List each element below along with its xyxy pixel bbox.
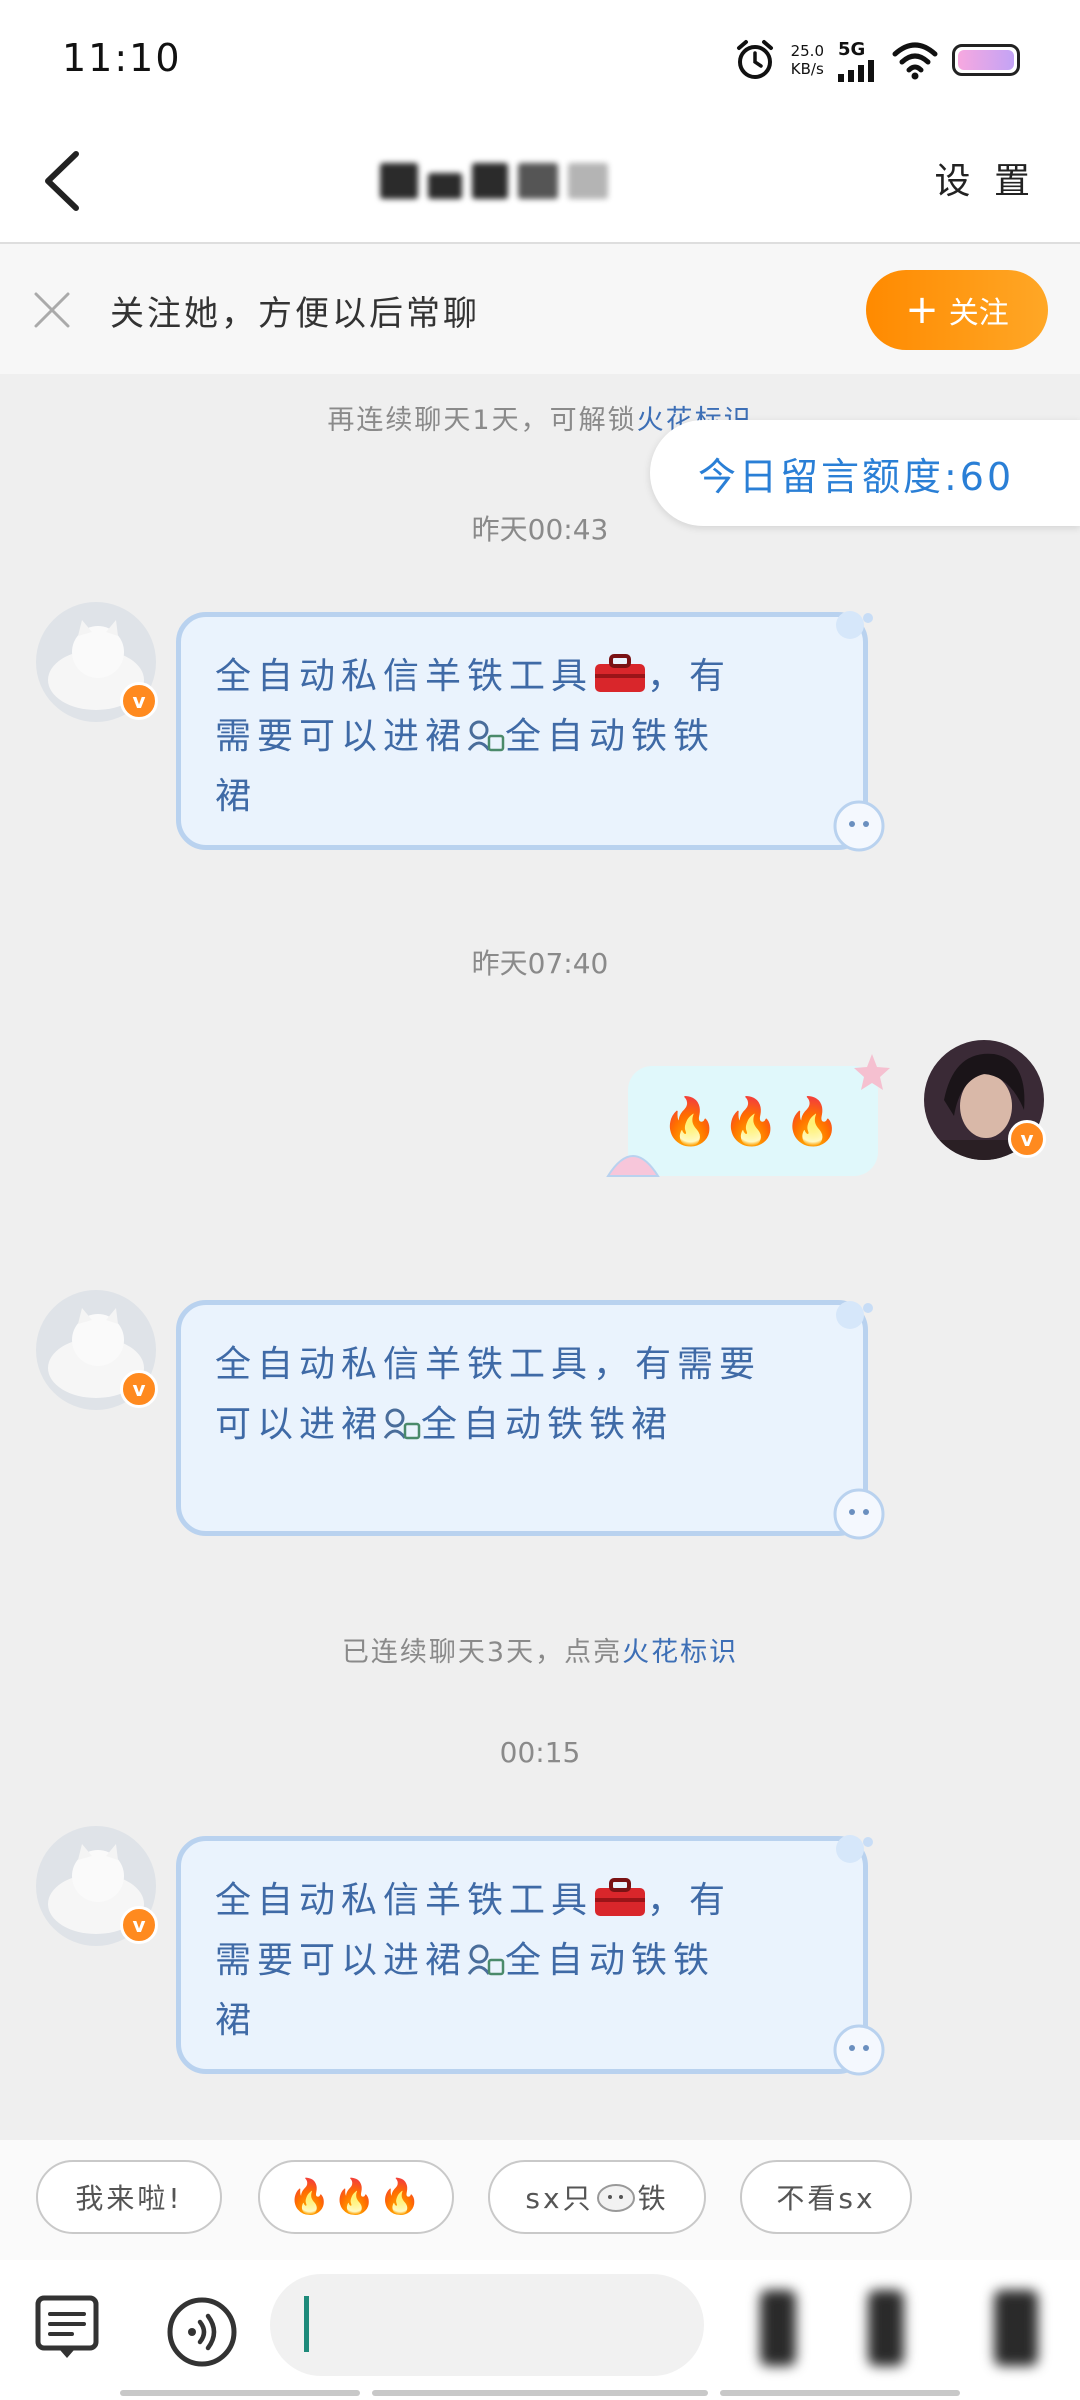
sheep-sticker-icon [833,800,885,852]
text-caret [304,2296,309,2352]
wifi-icon [892,42,938,80]
spark-label: 火花标识 [622,1637,739,1668]
follow-button[interactable]: + 关注 [866,270,1048,350]
status-icons: 25.0 KB/s 5G [733,30,1020,90]
redacted-block [472,163,508,199]
group-icon [467,720,505,752]
message-line: 全自动私信羊铁工具，有需要 [215,1344,762,1385]
quick-reply-chip[interactable]: 我来啦! [36,2160,222,2234]
status-bar: 11:10 25.0 KB/s 5G [0,0,1080,120]
net-speed-value: 25.0 [790,42,824,60]
quick-reply-chip[interactable]: 不看sx [740,2160,912,2234]
close-icon[interactable] [30,288,74,332]
received-message-bubble[interactable]: 全自动私信羊铁工具，有需要 可以进裙 全自动铁铁裙 [176,1300,868,1536]
redacted-block [428,173,462,199]
message-line: 需要可以进裙 全自动铁铁 [215,707,829,767]
star-decoration-icon [854,1054,890,1090]
received-message-bubble[interactable]: 全自动私信羊铁工具 ，有 需要可以进裙 全自动铁铁 裙 [176,1836,868,2074]
verified-badge: v [120,682,158,720]
verified-badge: v [120,1370,158,1408]
chat-header: 设 置 [0,120,1080,244]
quick-reply-chip[interactable]: sx只 铁 [488,2160,706,2234]
group-icon [383,1408,421,1440]
bubble-sparkle-decoration [836,1835,873,1863]
message-text: ，有 [647,656,732,697]
message-text: 全自动铁铁 [505,1940,716,1981]
quick-reply-text: 铁 [637,2182,669,2215]
message-timestamp: 昨天00:43 [471,513,609,546]
settings-button[interactable]: 设 置 [935,152,1036,204]
bubble-sparkle-decoration [836,611,873,639]
message-input-bar [0,2260,1080,2400]
message-line: 全自动私信羊铁工具 ，有 [215,647,829,707]
battery-icon [952,44,1020,76]
chat-title-redacted [380,156,710,206]
message-line: 可以进裙 全自动铁铁裙 [215,1395,829,1455]
message-line: 裙 [215,776,258,817]
redacted-block [380,163,418,199]
message-timestamp: 昨天07:40 [471,947,609,980]
verified-badge: v [1008,1120,1046,1158]
message-text: 需要可以进裙 [215,716,468,757]
back-arrow-icon[interactable] [36,146,96,216]
bottom-scroll-indicator [120,2390,360,2396]
message-text: 🔥🔥🔥 [661,1093,845,1148]
blurred-more-button[interactable] [868,2290,904,2366]
redacted-block [518,163,558,199]
plus-icon: + [905,287,939,333]
net-speed: 25.0 KB/s [791,42,824,78]
streak-note-text: 已连续聊天3天，点亮 [341,1637,623,1668]
message-text: 全自动铁铁裙 [421,1404,674,1445]
follow-button-label: 关注 [948,296,1009,331]
voice-icon[interactable] [166,2296,238,2368]
contact-avatar[interactable]: v [36,602,158,722]
signal-icon [838,59,874,82]
message-text: 需要可以进裙 [215,1940,468,1981]
verified-badge: v [120,1906,158,1944]
sheep-icon [596,2184,635,2212]
sheep-sticker-icon [833,1488,885,1540]
blurred-send-button[interactable] [994,2290,1038,2366]
toolbox-icon [595,1878,646,1916]
contact-avatar[interactable]: v [36,1826,158,1946]
status-time: 11:10 [62,36,182,80]
follow-prompt-text: 关注她，方便以后常聊 [110,294,480,334]
group-icon [467,1944,505,1976]
message-line: 全自动私信羊铁工具 ，有 [215,1871,829,1931]
battery-fill [958,50,1014,70]
alarm-icon [736,40,773,79]
network-type: 5G [838,38,866,60]
bubble-sparkle-decoration [836,1301,873,1329]
blurred-emoji-button[interactable] [760,2290,796,2366]
message-text: 全自动私信羊铁工具 [215,656,594,697]
streak-note: 已连续聊天3天，点亮火花标识 [0,1630,1080,1669]
net-speed-unit: KB/s [790,60,824,78]
contact-avatar[interactable]: v [36,1290,158,1410]
streak-note-text: 再连续聊天1天，可解锁 [327,405,637,436]
message-timestamp: 00:15 [499,1736,581,1769]
follow-banner: 关注她，方便以后常聊 + 关注 [0,244,1080,374]
message-text: 可以进裙 [215,1404,384,1445]
quick-reply-text: sx只 [525,2182,594,2215]
bottom-scroll-indicator [372,2390,708,2396]
message-quota-text: 今日留言额度:60 [698,454,1015,499]
menu-keyboard-icon[interactable] [32,2292,102,2362]
quick-reply-chip[interactable]: 🔥🔥🔥 [258,2160,454,2234]
message-text: 全自动私信羊铁工具 [215,1880,594,1921]
toolbox-icon [595,654,646,692]
message-line: 需要可以进裙 全自动铁铁 [215,1931,829,1991]
message-text: 全自动铁铁 [505,716,716,757]
sheep-sticker-icon [833,2024,885,2076]
message-text: ，有 [647,1880,732,1921]
message-input[interactable] [270,2274,704,2376]
user-avatar[interactable]: v [924,1040,1046,1160]
message-line: 裙 [215,2000,258,2041]
redacted-block [568,163,608,199]
received-message-bubble[interactable]: 全自动私信羊铁工具 ，有 需要可以进裙 全自动铁铁 裙 [176,612,868,850]
quick-reply-bar: 我来啦! 🔥🔥🔥 sx只 铁 不看sx [0,2140,1080,2260]
bottom-scroll-indicator [720,2390,960,2396]
shell-decoration-icon [606,1155,660,1177]
